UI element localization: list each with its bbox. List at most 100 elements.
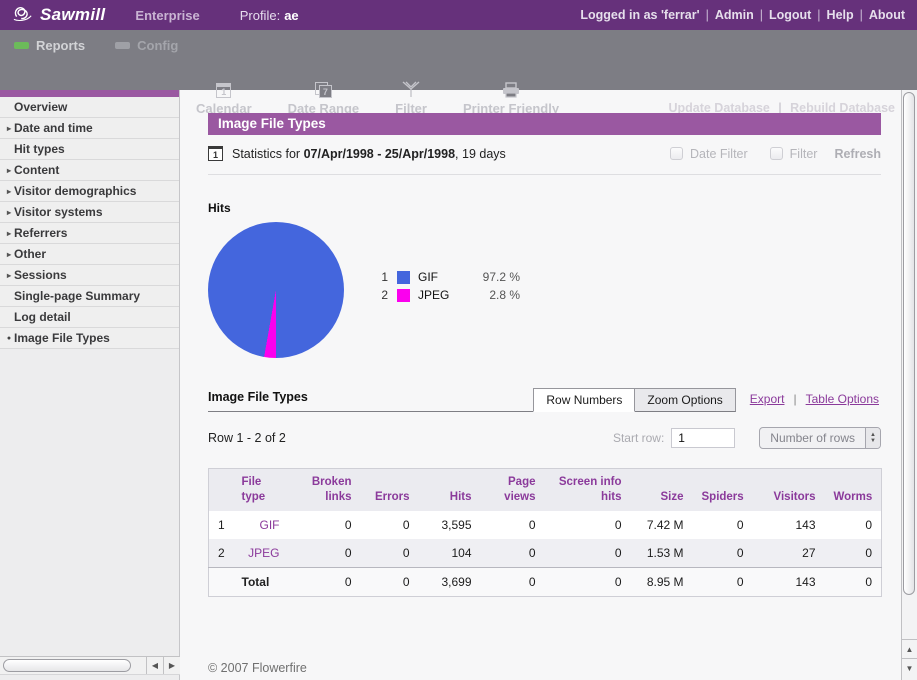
- date-filter-checkbox[interactable]: [670, 147, 683, 160]
- table-cell: 0: [825, 511, 882, 539]
- col-broken-links[interactable]: Broken links: [289, 469, 361, 511]
- table-section: Image File Types Row NumbersZoom Options…: [208, 388, 881, 597]
- table-cell: 0: [693, 567, 753, 596]
- sidebar-item-label: Image File Types: [14, 331, 110, 345]
- refresh-button[interactable]: Refresh: [834, 147, 881, 161]
- table-cell: 0: [825, 539, 882, 568]
- vscroll-thumb[interactable]: [903, 92, 915, 595]
- sidebar-item-hit-types[interactable]: Hit types: [0, 139, 179, 160]
- start-row-input[interactable]: [671, 428, 735, 448]
- calendar-badge-icon: 1: [208, 146, 223, 161]
- sidebar-accent-strip: [0, 90, 179, 97]
- col-visitors[interactable]: Visitors: [753, 469, 825, 511]
- tab-config[interactable]: Config: [115, 38, 178, 53]
- sidebar-item-label: Sessions: [14, 268, 67, 282]
- table-cell: 104: [419, 539, 481, 568]
- start-row-label: Start row:: [613, 431, 664, 445]
- reports-chip-icon: [14, 42, 29, 49]
- chart-title: Hits: [208, 201, 881, 215]
- legend-rank: 2: [376, 288, 388, 302]
- copyright-footer: © 2007 Flowerfire: [208, 661, 881, 675]
- mode-tabs: Reports Config: [0, 30, 917, 53]
- about-link[interactable]: About: [869, 8, 905, 22]
- col-worms[interactable]: Worms: [825, 469, 882, 511]
- sawmill-logo-icon: [12, 3, 34, 28]
- sidebar-item-log-detail[interactable]: Log detail: [0, 307, 179, 328]
- col-spiders[interactable]: Spiders: [693, 469, 753, 511]
- sidebar-item-sessions[interactable]: ▸Sessions: [0, 265, 179, 286]
- table-cell: 0: [361, 539, 419, 568]
- tab-reports[interactable]: Reports: [14, 38, 85, 53]
- sidebar: Overview▸Date and timeHit types▸Content▸…: [0, 90, 180, 680]
- filter-controls: Date Filter Filter Refresh: [670, 147, 881, 161]
- sidebar-item-referrers[interactable]: ▸Referrers: [0, 223, 179, 244]
- vertical-scrollbar[interactable]: ▲ ▼: [901, 90, 917, 680]
- table-cell: 0: [289, 539, 361, 568]
- filter-checkbox[interactable]: [770, 147, 783, 160]
- hscroll-thumb[interactable]: [3, 659, 131, 672]
- export-link[interactable]: Export: [750, 392, 785, 406]
- table-cell: 0: [361, 511, 419, 539]
- expand-arrow-icon: ▸: [4, 271, 14, 280]
- admin-link[interactable]: Admin: [715, 8, 754, 22]
- stats-prefix: Statistics for: [232, 147, 300, 161]
- help-link[interactable]: Help: [827, 8, 854, 22]
- table-options-link[interactable]: Table Options: [806, 392, 879, 406]
- tab-row-numbers[interactable]: Row Numbers: [533, 388, 635, 412]
- expand-arrow-icon: ▸: [4, 250, 14, 259]
- col-file-type[interactable]: File type: [233, 469, 289, 511]
- file-type-link-gif[interactable]: GIF: [260, 518, 280, 532]
- vscroll-up-arrow[interactable]: ▲: [902, 639, 917, 658]
- vscroll-down-arrow[interactable]: ▼: [902, 658, 917, 677]
- sidebar-item-label: Content: [14, 163, 59, 177]
- sidebar-item-other[interactable]: ▸Other: [0, 244, 179, 265]
- hscroll-track[interactable]: [0, 657, 146, 674]
- edition-label: Enterprise: [135, 8, 199, 23]
- table-header-row: File typeBroken linksErrorsHitsPage view…: [209, 469, 882, 511]
- sidebar-item-label: Log detail: [14, 310, 71, 324]
- col-size[interactable]: Size: [631, 469, 693, 511]
- current-item-bullet-icon: ●: [4, 335, 14, 342]
- logout-link[interactable]: Logout: [769, 8, 811, 22]
- file-type-link-jpeg[interactable]: JPEG: [248, 546, 279, 560]
- sidebar-item-visitor-systems[interactable]: ▸Visitor systems: [0, 202, 179, 223]
- sidebar-item-visitor-demographics[interactable]: ▸Visitor demographics: [0, 181, 179, 202]
- hscroll-left-arrow[interactable]: ◀: [146, 657, 163, 674]
- hscroll-right-arrow[interactable]: ▶: [163, 657, 180, 674]
- row-number: 2: [209, 539, 233, 568]
- total-label: Total: [233, 567, 289, 596]
- table-cell: 3,595: [419, 511, 481, 539]
- table-cell: 0: [289, 511, 361, 539]
- legend-color-chip-icon: [397, 289, 410, 302]
- sidebar-item-date-and-time[interactable]: ▸Date and time: [0, 118, 179, 139]
- sidebar-item-overview[interactable]: Overview: [0, 97, 179, 118]
- stepper-icon[interactable]: ▲▼: [865, 427, 880, 449]
- date-filter-label: Date Filter: [690, 147, 748, 161]
- col-errors[interactable]: Errors: [361, 469, 419, 511]
- table-row: 1GIF003,595007.42 M01430: [209, 511, 882, 539]
- sidebar-item-single-page-summary[interactable]: Single-page Summary: [0, 286, 179, 307]
- sidebar-item-label: Visitor systems: [14, 205, 103, 219]
- profile-value: ae: [284, 8, 298, 23]
- number-of-rows-select[interactable]: Number of rows ▲▼: [759, 427, 881, 449]
- sidebar-item-label: Other: [14, 247, 46, 261]
- table-row: 2JPEG00104001.53 M0270: [209, 539, 882, 568]
- report-title-bar: Image File Types: [208, 113, 881, 135]
- sidebar-horizontal-scrollbar: ◀ ▶: [0, 656, 180, 675]
- sidebar-item-image-file-types[interactable]: ●Image File Types: [0, 328, 179, 349]
- legend-label: JPEG: [418, 288, 462, 302]
- expand-arrow-icon: ▸: [4, 208, 14, 217]
- sidebar-item-label: Overview: [14, 100, 67, 114]
- tab-zoom-options[interactable]: Zoom Options: [635, 388, 735, 412]
- table-cell: 0: [481, 539, 545, 568]
- col-page-views[interactable]: Page views: [481, 469, 545, 511]
- sidebar-item-content[interactable]: ▸Content: [0, 160, 179, 181]
- col-screen-info-hits[interactable]: Screen info hits: [545, 469, 631, 511]
- col-hits[interactable]: Hits: [419, 469, 481, 511]
- sidebar-item-label: Hit types: [14, 142, 65, 156]
- legend-rank: 1: [376, 270, 388, 284]
- toolbar-band: Reports Config 1Calendar7Date RangeFilte…: [0, 30, 917, 90]
- table-cell: 0: [289, 567, 361, 596]
- sidebar-item-label: Referrers: [14, 226, 67, 240]
- table-cell: 1.53 M: [631, 539, 693, 568]
